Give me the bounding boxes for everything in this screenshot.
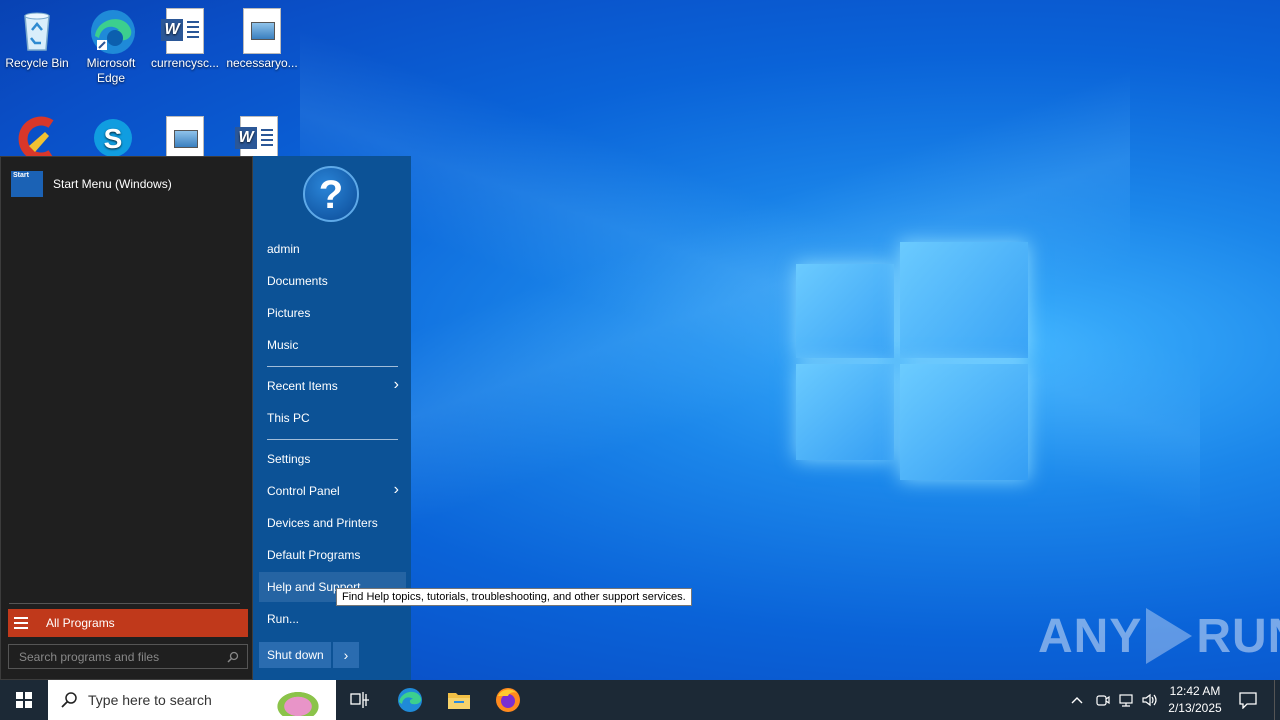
- system-clock[interactable]: 12:42 AM 2/13/2025: [1160, 683, 1230, 717]
- show-hidden-icons-chevron-icon[interactable]: [1070, 680, 1084, 720]
- microsoft-edge-label: Microsoft Edge: [86, 56, 136, 85]
- word-document-icon[interactable]: W currencysc...: [148, 8, 222, 71]
- pinned-item-label: Start Menu (Windows): [53, 177, 172, 191]
- show-desktop-button[interactable]: [1274, 680, 1280, 720]
- menu-item-run[interactable]: Run...: [267, 612, 299, 626]
- volume-icon[interactable]: [1141, 680, 1159, 720]
- search-icon: [61, 692, 77, 708]
- help-tooltip: Find Help topics, tutorials, troubleshoo…: [336, 588, 692, 606]
- divider: [9, 603, 240, 604]
- microsoft-edge-icon[interactable]: Microsoft Edge: [74, 8, 148, 86]
- search-placeholder: Search programs and files: [19, 649, 160, 664]
- menu-item-default-programs[interactable]: Default Programs: [267, 548, 360, 562]
- search-icon: [227, 651, 239, 663]
- recent-items-label: Recent Items: [267, 379, 338, 393]
- help-user-icon: ?: [303, 166, 359, 222]
- divider: [267, 366, 398, 367]
- shutdown-options-chevron-icon[interactable]: ›: [333, 642, 359, 668]
- divider: [267, 439, 398, 440]
- all-programs-label: All Programs: [46, 616, 115, 630]
- necessaryo-label: necessaryo...: [226, 56, 298, 70]
- notifications-icon[interactable]: [1238, 680, 1258, 720]
- shutdown-group: Shut down ›: [259, 642, 359, 668]
- all-programs-button[interactable]: All Programs: [8, 609, 248, 637]
- start-button[interactable]: [0, 680, 48, 720]
- start-menu-left-pane: Start Start Menu (Windows) All Programs …: [0, 156, 253, 680]
- menu-item-admin[interactable]: admin: [267, 242, 300, 256]
- shutdown-button[interactable]: Shut down: [259, 642, 331, 668]
- clock-time: 12:42 AM: [1169, 684, 1221, 698]
- windows-icon: [16, 692, 32, 708]
- file-explorer-icon[interactable]: [435, 680, 483, 720]
- taskbar: Type here to search 12:42 AM 2/13/2025: [0, 680, 1280, 720]
- menu-item-documents[interactable]: Documents: [267, 274, 328, 288]
- menu-item-devices-printers[interactable]: Devices and Printers: [267, 516, 378, 530]
- taskbar-search-placeholder: Type here to search: [88, 692, 212, 708]
- taskbar-search-box[interactable]: Type here to search: [48, 680, 336, 720]
- network-icon[interactable]: [1118, 680, 1136, 720]
- clock-date: 2/13/2025: [1168, 701, 1222, 715]
- pinned-item-start-menu[interactable]: Start Start Menu (Windows): [11, 171, 172, 197]
- menu-item-control-panel[interactable]: Control Panel ›: [267, 481, 399, 498]
- anyrun-watermark-logo: ANY RUN: [1038, 608, 1280, 664]
- task-view-icon[interactable]: [336, 680, 384, 720]
- menu-item-this-pc[interactable]: This PC: [267, 411, 310, 425]
- menu-item-pictures[interactable]: Pictures: [267, 306, 310, 320]
- meet-now-icon[interactable]: [1095, 680, 1111, 720]
- search-programs-input[interactable]: Search programs and files: [8, 644, 248, 669]
- start-menu-app-icon: Start: [11, 171, 43, 197]
- list-icon: [14, 614, 28, 632]
- svg-text:S: S: [104, 123, 123, 154]
- menu-item-settings[interactable]: Settings: [267, 452, 310, 466]
- chevron-right-icon: ›: [393, 376, 399, 393]
- menu-item-music[interactable]: Music: [267, 338, 298, 352]
- image-document-icon[interactable]: necessaryo...: [225, 8, 299, 71]
- recycle-bin-label: Recycle Bin: [5, 56, 69, 70]
- windows-logo-wallpaper: [796, 242, 1028, 480]
- edge-taskbar-icon[interactable]: [386, 680, 434, 720]
- menu-item-recent-items[interactable]: Recent Items ›: [267, 376, 399, 393]
- recycle-bin-icon[interactable]: Recycle Bin: [0, 8, 74, 71]
- search-highlight-image: [266, 684, 330, 716]
- currencysc-label: currencysc...: [150, 56, 219, 70]
- chevron-right-icon: ›: [393, 481, 399, 498]
- control-panel-label: Control Panel: [267, 484, 340, 498]
- firefox-icon[interactable]: [484, 680, 532, 720]
